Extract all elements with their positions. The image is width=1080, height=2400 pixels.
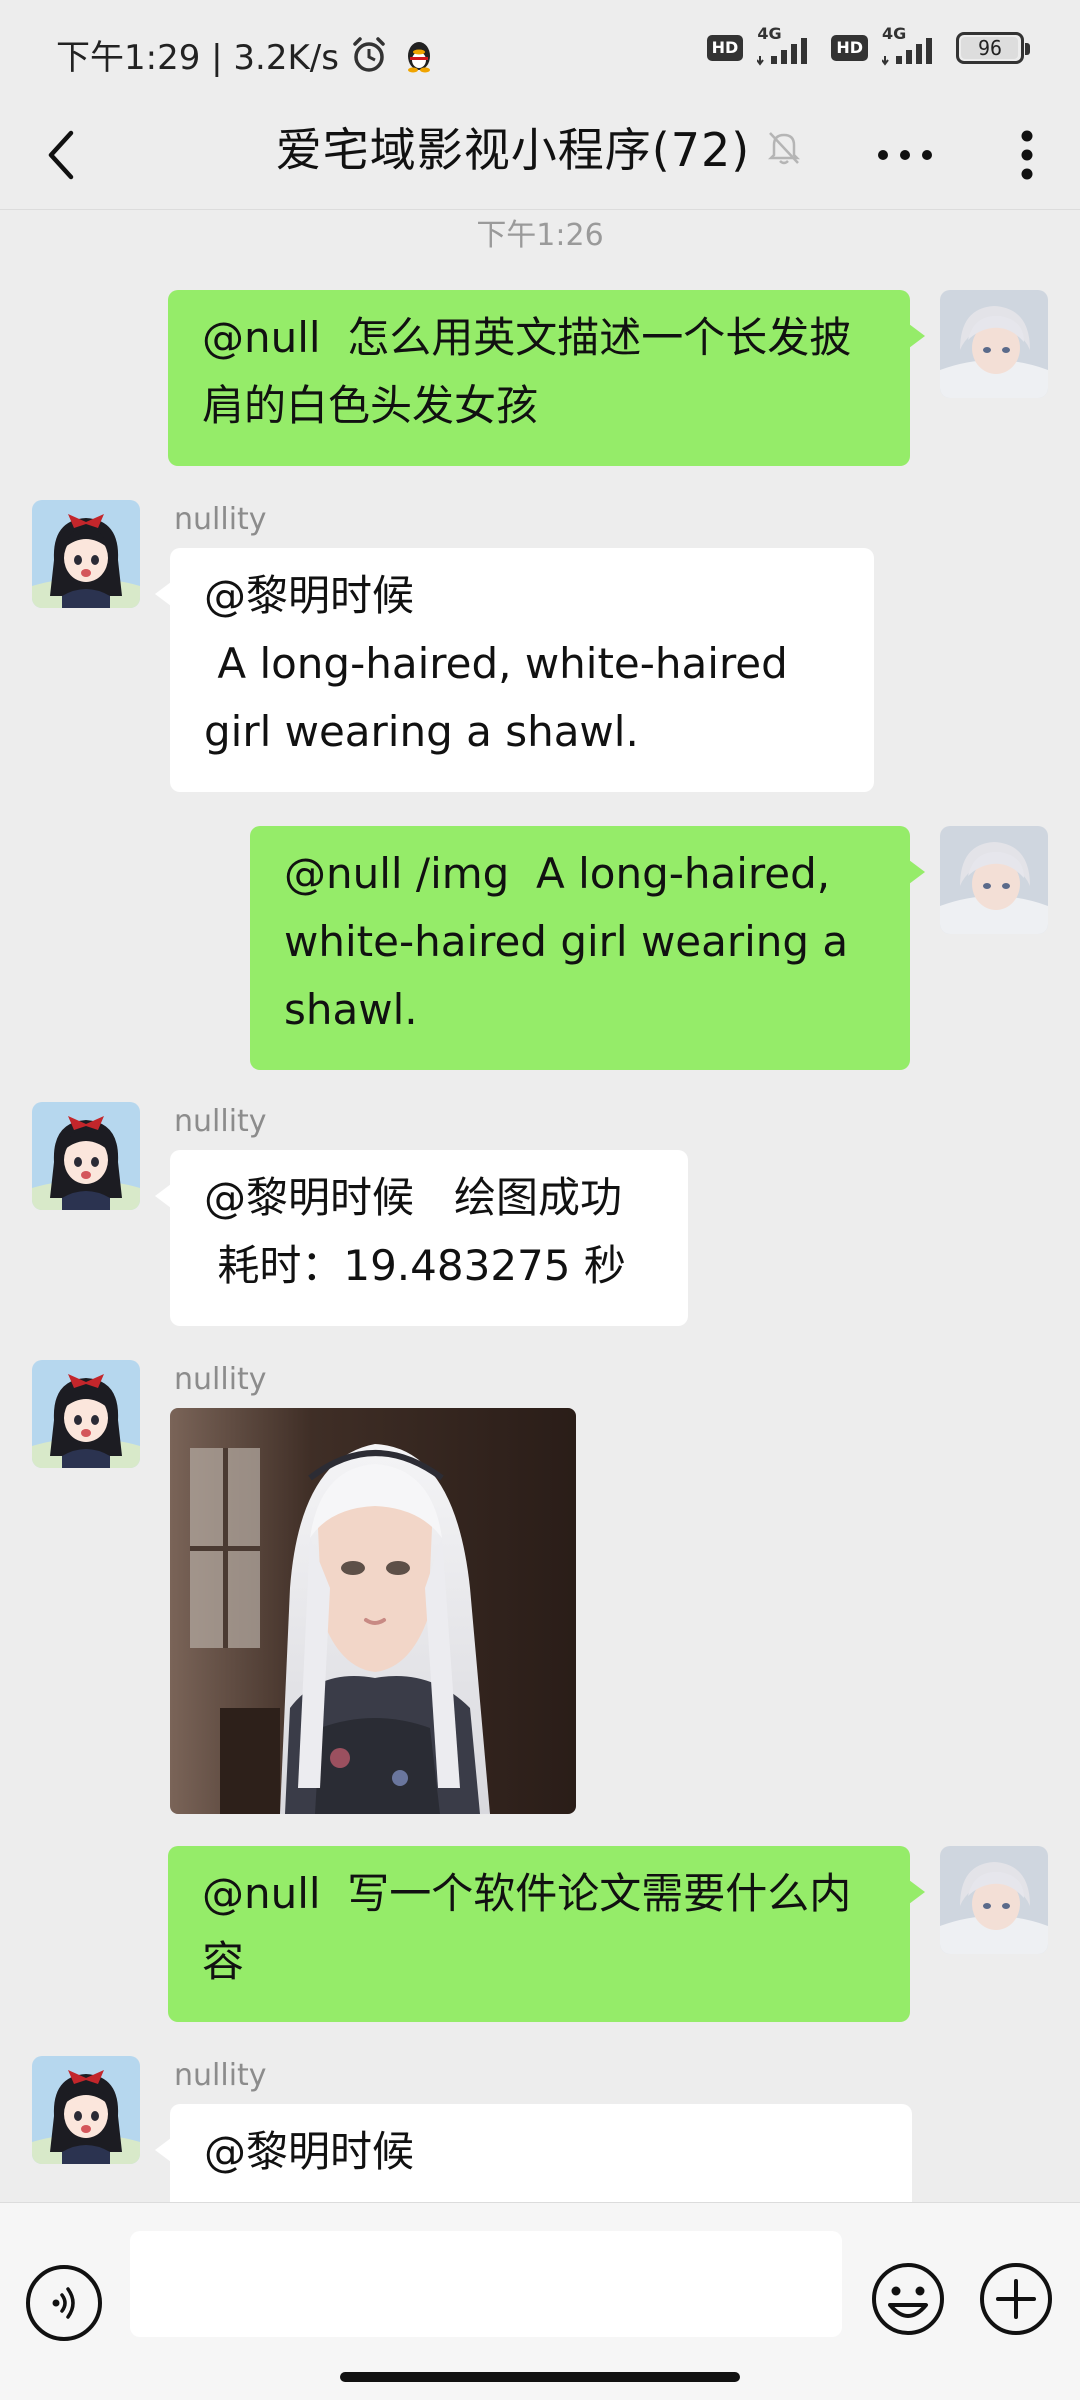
message-bubble-incoming[interactable]: @黎明时候 绘图成功 耗时：19.483275 秒 [155, 1150, 688, 1326]
nullity-avatar[interactable] [32, 500, 140, 608]
message-input[interactable] [130, 2231, 842, 2337]
my-avatar[interactable] [940, 1846, 1048, 1954]
alarm-clock-icon [349, 35, 389, 75]
menu-button[interactable] [1002, 122, 1052, 188]
plus-circle-icon [980, 2263, 1052, 2335]
bell-off-icon [768, 132, 801, 165]
my-avatar[interactable] [940, 826, 1048, 934]
status-left: 下午1:29 | 3.2K/s [56, 30, 439, 79]
more-button[interactable] [870, 130, 940, 180]
battery-icon: 96 [956, 32, 1030, 64]
my-avatar[interactable] [940, 290, 1048, 398]
voice-icon [52, 2287, 75, 2319]
message-bubble-outgoing[interactable]: @null 写一个软件论文需要什么内容 [168, 1846, 925, 2022]
message-bubble-incoming[interactable]: @黎明时候 A long-haired, white-haired girl w… [155, 548, 874, 792]
status-time-speed: 下午1:29 | 3.2K/s [56, 38, 339, 78]
signal-icon: 4G [757, 24, 817, 68]
message-timestamp: 下午1:26 [476, 218, 604, 253]
status-bar: 下午1:29 | 3.2K/s HD 4G HD 4G 96 [0, 0, 1080, 100]
chat-area[interactable]: 下午1:26 @null 怎么用英文描述一个长发披肩的白色头发女孩 nullit… [0, 210, 1080, 2202]
message-bubble-outgoing[interactable]: @null /img A long-haired, white-haired g… [250, 826, 925, 1070]
image-message[interactable] [170, 1408, 576, 1814]
nullity-avatar[interactable] [32, 1102, 140, 1210]
sender-name: nullity [174, 1104, 267, 1139]
message-bubble-incoming[interactable]: @黎明时候 [155, 2104, 912, 2202]
ellipsis-icon [878, 150, 932, 160]
sender-name: nullity [174, 2058, 267, 2093]
status-right: HD 4G HD 4G 96 [706, 24, 1030, 68]
hd-badge: HD [706, 35, 744, 61]
nullity-avatar[interactable] [32, 1360, 140, 1468]
sender-name: nullity [174, 502, 267, 537]
input-bar [0, 2202, 1080, 2400]
home-indicator[interactable] [340, 2372, 740, 2382]
nav-bar: 爱宅域影视小程序(72) [0, 100, 1080, 210]
voice-button[interactable] [26, 2265, 102, 2341]
nullity-avatar[interactable] [32, 2056, 140, 2164]
vertical-dots-icon [1021, 130, 1033, 180]
smiley-icon [872, 2263, 944, 2335]
signal-icon-2: 4G [882, 24, 942, 68]
chat-title: 爱宅域影视小程序(72) [275, 123, 751, 177]
emoji-button[interactable] [870, 2261, 946, 2337]
battery-level: 96 [977, 36, 1003, 60]
sender-name: nullity [174, 1362, 267, 1397]
message-bubble-outgoing[interactable]: @null 怎么用英文描述一个长发披肩的白色头发女孩 [168, 290, 925, 466]
qq-penguin-icon [399, 35, 439, 75]
plus-button[interactable] [978, 2261, 1054, 2337]
hd-badge-2: HD [831, 35, 868, 61]
